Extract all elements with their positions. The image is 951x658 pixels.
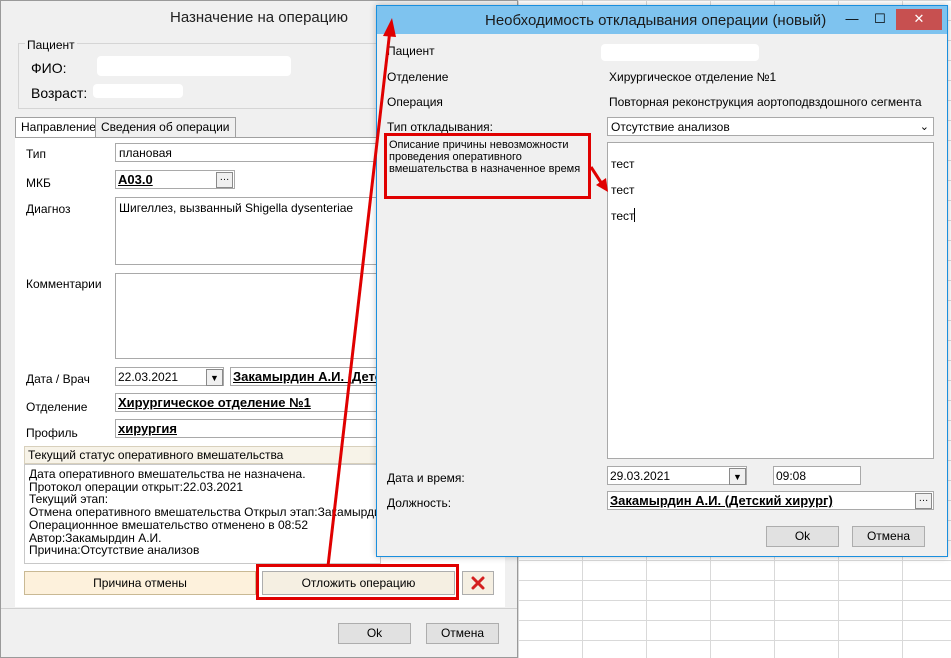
status-line: Отмена оперативного вмешательства Открыл…	[29, 506, 376, 519]
department-field[interactable]: Хирургическое отделение №1	[115, 393, 381, 412]
doctor-field[interactable]: Закамырдин А.И. (Детск	[230, 367, 381, 386]
age-value	[93, 84, 183, 98]
status-line: Протокол операции открыт:22.03.2021	[29, 480, 244, 494]
dialog-cancel-button[interactable]: Отмена	[852, 526, 925, 547]
highlight-postpone-button	[256, 564, 459, 600]
mkb-label: МКБ	[26, 176, 51, 190]
position-field[interactable]: Закамырдин А.И. (Детский хирург)	[607, 491, 934, 510]
fio-label: ФИО:	[31, 60, 67, 76]
date-value: 22.03.2021	[118, 370, 179, 384]
type-field[interactable]: плановая	[115, 143, 381, 162]
doctor-value: Закамырдин А.И. (Детск	[233, 369, 381, 384]
status-header: Текущий статус оперативного вмешательств…	[28, 448, 284, 462]
date-dropdown-button[interactable]: ▼	[206, 369, 223, 386]
dialog-date-field[interactable]: 29.03.2021	[607, 466, 747, 485]
fio-value	[97, 56, 291, 76]
chevron-down-icon: ▼	[210, 373, 219, 383]
description-line: тест	[611, 183, 635, 197]
chevron-down-icon: ⌄	[919, 121, 929, 133]
dialog-ok-button[interactable]: Ok	[766, 526, 839, 547]
date-doctor-label: Дата / Врач	[26, 372, 90, 386]
tab-operation-info[interactable]: Сведения об операции	[95, 117, 236, 137]
text-cursor	[634, 208, 635, 222]
datetime-label: Дата и время:	[387, 471, 465, 485]
maximize-button[interactable]: ☐	[867, 9, 893, 30]
profile-field[interactable]: хирургия	[115, 419, 381, 438]
mkb-value: A03.0	[118, 172, 153, 187]
highlight-description-label	[384, 133, 591, 199]
description-textarea[interactable]: тест тест тест	[607, 142, 934, 459]
status-line: Операционнное вмешательство отменено в 0…	[29, 518, 309, 532]
postpone-type-select[interactable]: Отсутствие анализов ⌄	[607, 117, 934, 136]
dialog-operation-label: Операция	[387, 95, 443, 109]
age-label: Возраст:	[31, 85, 88, 101]
diagnosis-value: Шигеллез, вызванный Shigella dysenteriae	[119, 201, 354, 215]
position-value: Закамырдин А.И. (Детский хирург)	[610, 493, 833, 508]
dialog-time-value: 09:08	[776, 469, 807, 483]
red-x-icon	[471, 576, 485, 590]
dialog-department-value: Хирургическое отделение №1	[609, 70, 777, 84]
postpone-type-value: Отсутствие анализов	[611, 120, 730, 134]
description-line: тест	[611, 209, 635, 223]
status-line: Дата оперативного вмешательства не назна…	[29, 468, 306, 481]
position-ellipsis-button[interactable]: …	[915, 493, 932, 509]
type-label: Тип	[26, 147, 47, 161]
comments-field[interactable]	[115, 273, 381, 359]
profile-label: Профиль	[26, 426, 78, 440]
status-text-box: Дата оперативного вмешательства не назна…	[24, 464, 381, 564]
cancel-reason-button[interactable]: Причина отмены	[24, 571, 256, 595]
department-label: Отделение	[26, 400, 88, 414]
department-value: Хирургическое отделение №1	[118, 395, 311, 410]
dialog-title: Необходимость откладывания операции (нов…	[485, 12, 827, 29]
type-value: плановая	[119, 146, 172, 160]
main-footer-divider	[1, 608, 517, 609]
dialog-patient-value	[601, 44, 759, 61]
delete-button[interactable]	[462, 571, 494, 595]
status-line: Причина:Отсутствие анализов	[29, 544, 200, 557]
postpone-operation-dialog: Необходимость откладывания операции (нов…	[376, 5, 948, 557]
patient-group-label: Пациент	[25, 38, 77, 52]
mkb-ellipsis-button[interactable]: …	[216, 172, 233, 188]
status-line: Автор:Закамырдин А.И.	[29, 531, 162, 545]
tab-direction[interactable]: Направление	[15, 117, 102, 138]
status-line: Текущий этап:	[29, 493, 109, 507]
chevron-down-icon: ▼	[733, 472, 742, 482]
dialog-operation-value: Повторная реконструкция аортоподвздошног…	[609, 95, 922, 109]
dialog-department-label: Отделение	[387, 70, 449, 84]
close-button[interactable]: ✕	[896, 9, 942, 30]
dialog-time-field[interactable]: 09:08	[773, 466, 861, 485]
comments-label: Комментарии	[26, 277, 102, 291]
main-ok-button[interactable]: Ok	[338, 623, 411, 644]
profile-value: хирургия	[118, 421, 177, 436]
diagnosis-field[interactable]: Шигеллез, вызванный Shigella dysenteriae	[115, 197, 381, 265]
dialog-date-dropdown-button[interactable]: ▼	[729, 468, 746, 485]
main-cancel-button[interactable]: Отмена	[426, 623, 499, 644]
diagnosis-label: Диагноз	[26, 202, 71, 216]
status-header-bar: Текущий статус оперативного вмешательств…	[24, 446, 381, 464]
minimize-button[interactable]: —	[839, 9, 865, 30]
dialog-titlebar[interactable]: Необходимость откладывания операции (нов…	[377, 6, 947, 34]
description-line: тест	[611, 157, 635, 171]
postpone-type-label: Тип откладывания:	[387, 120, 494, 134]
position-label: Должность:	[387, 496, 452, 510]
dialog-date-value: 29.03.2021	[610, 469, 671, 483]
dialog-patient-label: Пациент	[387, 44, 435, 58]
